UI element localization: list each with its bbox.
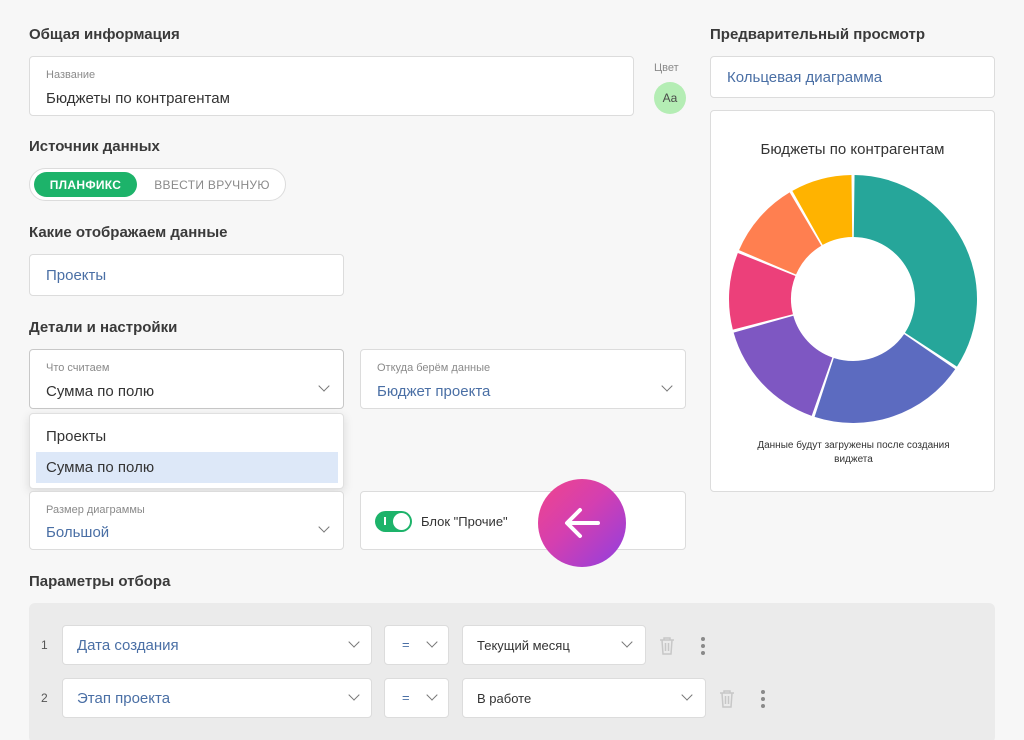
chart-size-select[interactable]: Размер диаграммы Большой [29,491,344,550]
color-label: Цвет [654,62,679,74]
source-toggle: ПЛАНФИКС ВВЕСТИ ВРУЧНУЮ [29,168,286,201]
name-field-label: Название [46,69,96,81]
chevron-down-icon [318,521,330,533]
chevron-down-icon [426,636,438,648]
chart-note: Данные будут загружены после создания ви… [757,440,950,465]
chevron-down-icon [621,636,633,648]
filter-field-value: Дата создания [77,637,179,654]
filter-value-value: Текущий месяц [477,638,570,653]
more-icon[interactable] [761,690,765,708]
other-block-toggle[interactable] [375,511,412,532]
source-manual-button[interactable]: ВВЕСТИ ВРУЧНУЮ [142,172,282,197]
filter-field-value: Этап проекта [77,690,171,707]
source-planfix-button[interactable]: ПЛАНФИКС [34,172,137,197]
donut-slice-1 [853,175,977,367]
filter-operator-select[interactable]: = [384,678,449,718]
chevron-down-icon [318,380,330,392]
chart-type-value: Кольцевая диаграмма [727,69,883,86]
toggle-on-mark [384,517,386,525]
chart-size-value: Большой [46,524,110,541]
other-block-field: Блок "Прочие" [360,491,686,550]
arrow-left-icon [565,508,600,538]
what-count-dropdown: Проекты Сумма по полю [29,413,344,489]
filter-row-number: 2 [41,691,48,705]
filter-field-select[interactable]: Дата создания [62,625,372,665]
filter-value-value: В работе [477,691,532,706]
filter-field-select[interactable]: Этап проекта [62,678,372,718]
name-field-value[interactable]: Бюджеты по контрагентам [46,90,230,107]
filter-operator-value: = [402,690,410,705]
back-arrow-button[interactable] [538,479,626,567]
chart-size-label: Размер диаграммы [46,504,145,516]
dropdown-option-sum-by-field[interactable]: Сумма по полю [36,452,338,483]
data-from-label: Откуда берём данные [377,362,491,374]
what-count-value: Сумма по полю [46,383,155,400]
other-block-label: Блок "Прочие" [421,514,508,529]
dropdown-option-projects[interactable]: Проекты [36,421,338,452]
donut-chart [729,175,977,423]
source-section-title: Источник данных [29,138,160,155]
data-from-value: Бюджет проекта [377,383,491,400]
more-icon[interactable] [701,637,705,655]
data-type-select[interactable]: Проекты [29,254,344,296]
chevron-down-icon [348,636,360,648]
donut-slice-3 [733,315,833,416]
chart-title: Бюджеты по контрагентам [760,141,945,158]
chart-type-select[interactable]: Кольцевая диаграмма [710,56,995,98]
filters-panel: 1 Дата создания = Текущий месяц 2 Этап п… [29,603,995,740]
filters-section-title: Параметры отбора [29,573,171,590]
chevron-down-icon [661,380,673,392]
filter-operator-value: = [402,637,410,652]
chevron-down-icon [681,689,693,701]
filter-operator-select[interactable]: = [384,625,449,665]
filter-value-select[interactable]: В работе [462,678,706,718]
chevron-down-icon [348,689,360,701]
details-section-title: Детали и настройки [29,319,178,336]
what-count-select[interactable]: Что считаем Сумма по полю [29,349,344,409]
toggle-knob [393,513,410,530]
filter-value-select[interactable]: Текущий месяц [462,625,646,665]
name-field[interactable]: Название Бюджеты по контрагентам [29,56,634,116]
filter-row-number: 1 [41,638,48,652]
preview-card: Бюджеты по контрагентам Данные будут заг… [710,110,995,492]
trash-icon[interactable] [718,689,736,709]
data-section-title: Какие отображаем данные [29,224,228,241]
color-picker[interactable]: Aa [654,82,686,114]
general-section-title: Общая информация [29,26,180,43]
data-type-value: Проекты [46,267,107,284]
preview-section-title: Предварительный просмотр [710,26,925,43]
data-from-select[interactable]: Откуда берём данные Бюджет проекта [360,349,686,409]
trash-icon[interactable] [658,636,676,656]
what-count-label: Что считаем [46,362,110,374]
chevron-down-icon [426,689,438,701]
